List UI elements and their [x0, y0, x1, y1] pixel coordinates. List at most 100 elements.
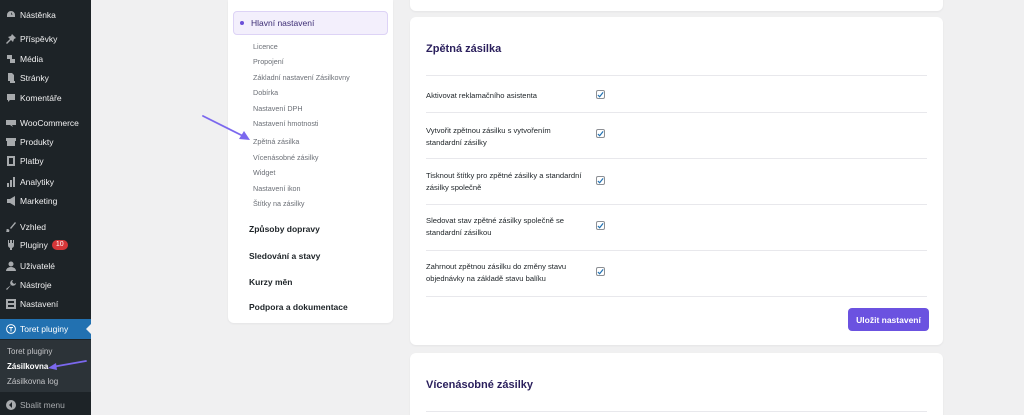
- checkmark-icon: [597, 130, 604, 137]
- sidebar-item-label: WooCommerce: [20, 118, 79, 128]
- sidebar-item-analytiky[interactable]: Analytiky: [0, 172, 91, 192]
- brush-icon: [5, 222, 16, 233]
- dashboard-icon: [5, 10, 16, 21]
- sidebar-item-label: Příspěvky: [20, 34, 58, 44]
- collapse-menu-label: Sbalit menu: [20, 400, 65, 410]
- divider: [426, 204, 927, 205]
- collapse-menu-button[interactable]: Sbalit menu: [0, 395, 91, 415]
- nav-group-podpora[interactable]: Podpora a dokumentace: [249, 302, 348, 312]
- previous-section-card: [410, 0, 943, 11]
- sidebar-item-stranky[interactable]: Stránky: [0, 68, 91, 88]
- sidebar-item-nastaveni[interactable]: Nastavení: [0, 294, 91, 314]
- setting-checkbox[interactable]: [596, 267, 605, 276]
- megaphone-icon: [5, 196, 16, 207]
- nav-subitem-licence[interactable]: Licence: [253, 42, 278, 51]
- nav-subitem-nastaveni-ikon[interactable]: Nastavení ikon: [253, 184, 301, 193]
- nav-subitem-zakladni-nastaveni[interactable]: Základní nastavení Zásilkovny: [253, 73, 350, 82]
- next-section-title: Vícenásobné zásilky: [426, 379, 533, 391]
- media-icon: [5, 54, 16, 65]
- users-icon: [5, 261, 16, 272]
- chart-icon: [5, 177, 16, 188]
- divider: [426, 112, 927, 113]
- toret-icon: [5, 324, 16, 335]
- sidebar-item-label: Komentáře: [20, 93, 62, 103]
- nav-item-hlavni-nastaveni[interactable]: Hlavní nastavení: [233, 11, 388, 35]
- save-settings-button[interactable]: Uložit nastavení: [848, 308, 929, 331]
- sidebar-item-woocommerce[interactable]: WooCommerce: [0, 113, 91, 133]
- sidebar-item-toret-pluginy[interactable]: Toret pluginy: [0, 319, 91, 339]
- submenu-item-zasilkovna-log[interactable]: Zásilkovna log: [7, 377, 58, 386]
- sidebar-item-label: Vzhled: [20, 222, 46, 232]
- sidebar-item-media[interactable]: Média: [0, 49, 91, 69]
- submenu-item-toret-pluginy[interactable]: Toret pluginy: [7, 347, 52, 356]
- nav-group-zpusoby-dopravy[interactable]: Způsoby dopravy: [249, 224, 320, 234]
- woo-icon: [5, 118, 16, 129]
- sidebar-item-label: Nástroje: [20, 280, 52, 290]
- payment-icon: [5, 156, 16, 167]
- pages-icon: [5, 73, 16, 84]
- collapse-icon: [5, 400, 16, 411]
- setting-checkbox[interactable]: [596, 129, 605, 138]
- zpetna-zasilka-card: Zpětná zásilka Aktivovat reklamačního as…: [410, 17, 943, 345]
- sidebar-item-label: Analytiky: [20, 177, 55, 187]
- divider: [426, 158, 927, 159]
- sidebar-item-label: Média: [20, 54, 44, 64]
- sidebar-item-nastenka[interactable]: Nástěnka: [0, 5, 91, 25]
- setting-label: Sledovat stav zpětné zásilky společně se…: [426, 216, 565, 237]
- archive-icon: [5, 137, 16, 148]
- sidebar-item-label: Marketing: [20, 196, 58, 206]
- nav-subitem-stitky[interactable]: Štítky na zásilky: [253, 199, 305, 208]
- admin-sidebar: Nástěnka Příspěvky Média Stránky Komentá…: [0, 0, 91, 415]
- submenu-item-zasilkovna[interactable]: Zásilkovna: [7, 362, 48, 371]
- nav-group-sledovani-a-stavy[interactable]: Sledování a stavy: [249, 251, 320, 261]
- divider: [426, 411, 927, 412]
- sidebar-item-label: Nástěnka: [20, 10, 56, 20]
- sidebar-item-label: Nastavení: [20, 299, 59, 309]
- setting-label: Tisknout štítky pro zpětné zásilky a sta…: [426, 171, 582, 192]
- setting-checkbox[interactable]: [596, 90, 605, 99]
- checkmark-icon: [597, 222, 604, 229]
- nav-group-kurzy-men[interactable]: Kurzy měn: [249, 277, 292, 287]
- sidebar-item-marketing[interactable]: Marketing: [0, 191, 91, 211]
- nav-subitem-zpetna-zasilka[interactable]: Zpětná zásilka: [253, 137, 299, 146]
- nav-subitem-nastaveni-dph[interactable]: Nastavení DPH: [253, 104, 303, 113]
- sidebar-item-label: Stránky: [20, 73, 49, 83]
- sidebar-item-nastroje[interactable]: Nástroje: [0, 275, 91, 295]
- checkmark-icon: [597, 177, 604, 184]
- settings-nav: Hlavní nastavení Licence Propojení Zákla…: [228, 0, 393, 323]
- setting-checkbox[interactable]: [596, 221, 605, 230]
- sidebar-item-platby[interactable]: Platby: [0, 151, 91, 171]
- sidebar-item-produkty[interactable]: Produkty: [0, 132, 91, 152]
- sidebar-item-pluginy[interactable]: Pluginy 10: [0, 235, 91, 255]
- pin-icon: [5, 34, 16, 45]
- plugin-update-badge: 10: [51, 240, 68, 250]
- checkmark-icon: [597, 91, 604, 98]
- sidebar-item-uzivatele[interactable]: Uživatelé: [0, 256, 91, 276]
- setting-label: Aktivovat reklamačního asistenta: [426, 91, 538, 100]
- sidebar-item-label: Produkty: [20, 137, 54, 147]
- divider: [426, 296, 927, 297]
- comment-icon: [5, 93, 16, 104]
- section-title: Zpětná zásilka: [426, 43, 502, 55]
- nav-subitem-vicenasobne-zasilky[interactable]: Vícenásobné zásilky: [253, 153, 319, 162]
- nav-subitem-nastaveni-hmotnosti[interactable]: Nastavení hmotnosti: [253, 119, 319, 128]
- nav-subitem-dobirka[interactable]: Dobírka: [253, 88, 278, 97]
- setting-checkbox[interactable]: [596, 176, 605, 185]
- plugin-icon: [5, 240, 16, 251]
- nav-subitem-widget[interactable]: Widget: [253, 168, 275, 177]
- checkmark-icon: [597, 268, 604, 275]
- sidebar-item-label: Pluginy: [20, 240, 48, 250]
- settings-icon: [5, 299, 16, 310]
- vicenasobne-zasilky-card: Vícenásobné zásilky: [410, 353, 943, 415]
- sidebar-item-prispevky[interactable]: Příspěvky: [0, 29, 91, 49]
- active-dot-icon: [240, 21, 244, 25]
- divider: [426, 75, 927, 76]
- sidebar-item-label: Uživatelé: [20, 261, 55, 271]
- divider: [426, 250, 927, 251]
- sidebar-item-label: Platby: [20, 156, 44, 166]
- nav-subitem-propojeni[interactable]: Propojení: [253, 57, 284, 66]
- sidebar-item-label: Toret pluginy: [20, 324, 69, 334]
- sidebar-item-komentare[interactable]: Komentáře: [0, 88, 91, 108]
- sidebar-item-vzhled[interactable]: Vzhled: [0, 217, 91, 237]
- setting-label: Vytvořit zpětnou zásilku s vytvořením st…: [426, 126, 551, 147]
